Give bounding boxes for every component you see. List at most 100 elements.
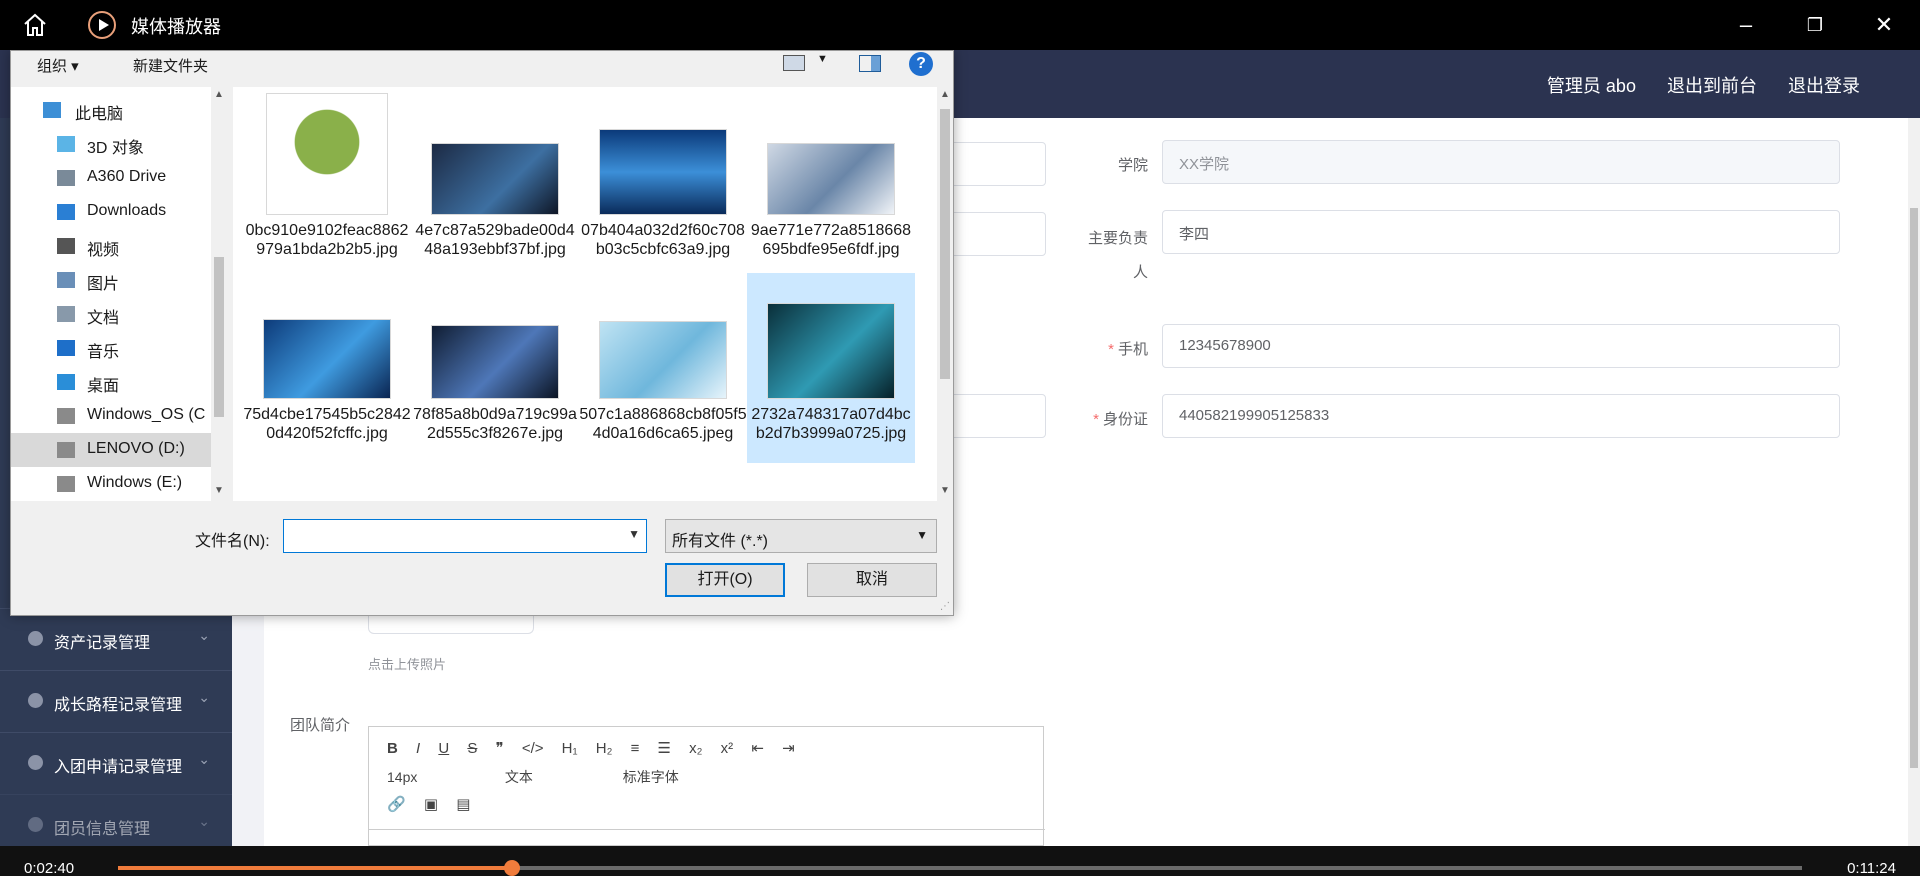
outdent-button[interactable]: ⇤ [751, 739, 764, 757]
superscript-button[interactable]: x² [721, 740, 734, 757]
rich-text-editor[interactable]: B I U S ❞ </> H₁ H₂ ≡ ☰ x₂ x² ⇤ ⇥ 14px 文… [368, 726, 1045, 846]
filename-label: 文件名(N): [195, 533, 270, 550]
admin-user-link[interactable]: 管理员 abo [1547, 76, 1636, 96]
music-icon [57, 340, 75, 356]
open-button[interactable]: 打开(O) [665, 563, 785, 597]
nav-item-label: Windows (E:) [87, 474, 183, 491]
quote-button[interactable]: ❞ [496, 739, 504, 757]
editor-toolbar-row-1: B I U S ❞ </> H₁ H₂ ≡ ☰ x₂ x² ⇤ ⇥ [387, 739, 809, 757]
subscript-button[interactable]: x₂ [689, 740, 702, 757]
preview-pane-icon[interactable] [859, 55, 881, 72]
video-icon [57, 238, 75, 254]
file-thumbnail [767, 143, 895, 215]
h2-button[interactable]: H₂ [596, 740, 613, 757]
file-tile[interactable]: 78f85a8b0d9a719c99a2d555c3f8267e.jpg [411, 273, 579, 463]
file-grid-scrollbar-thumb[interactable] [940, 109, 950, 379]
font-size-select[interactable]: 14px [387, 769, 487, 785]
close-button[interactable]: ✕ [1869, 10, 1899, 40]
chevron-down-icon[interactable]: ▼ [628, 527, 640, 541]
home-icon[interactable] [22, 12, 48, 38]
chevron-down-icon: ⌄ [198, 813, 210, 829]
nav-scrollbar[interactable]: ▲ ▼ [211, 87, 227, 501]
nav-item[interactable]: Downloads [11, 195, 211, 229]
nav-item-label: LENOVO (D:) [87, 440, 185, 457]
organize-menu[interactable]: 组织 ▾ [37, 55, 79, 76]
id-card-input[interactable]: 440582199905125833 [1162, 394, 1840, 438]
image-icon[interactable]: ▣ [424, 795, 438, 813]
page-scrollbar[interactable] [1908, 118, 1920, 846]
file-thumbnail [599, 321, 727, 399]
file-name: 78f85a8b0d9a719c99a2d555c3f8267e.jpg [413, 406, 577, 442]
file-type-filter[interactable]: 所有文件 (*.*) ▼ [665, 519, 937, 553]
ordered-list-button[interactable]: ≡ [631, 740, 640, 757]
file-tile[interactable]: 75d4cbe17545b5c28420d420f52fcffc.jpg [243, 273, 411, 463]
view-options-icon[interactable] [783, 55, 805, 71]
nav-item[interactable]: LENOVO (D:) [11, 433, 211, 467]
nav-item[interactable]: 视频 [11, 229, 211, 263]
file-tile[interactable]: 9ae771e772a8518668695bdfe95e6fdf.jpg [747, 89, 915, 279]
restore-button[interactable]: ❐ [1800, 10, 1830, 40]
nav-item[interactable]: 桌面 [11, 365, 211, 399]
scroll-down-icon[interactable]: ▼ [940, 485, 950, 496]
minimize-button[interactable]: – [1731, 10, 1761, 40]
underline-button[interactable]: U [438, 740, 449, 757]
scroll-up-icon[interactable]: ▲ [940, 89, 950, 100]
resize-grip-icon[interactable]: ⋰ [940, 601, 950, 612]
nav-item[interactable]: 3D 对象 [11, 127, 211, 161]
nav-item[interactable]: 文档 [11, 297, 211, 331]
file-tile[interactable]: 07b404a032d2f60c708b03c5cbfc63a9.jpg [579, 89, 747, 279]
cancel-button[interactable]: 取消 [807, 563, 937, 597]
player-title-bar: 媒体播放器 – ❐ ✕ [0, 0, 1920, 50]
nav-item-label: A360 Drive [87, 168, 167, 185]
indent-button[interactable]: ⇥ [782, 739, 795, 757]
link-icon[interactable]: 🔗 [387, 795, 406, 813]
phone-input[interactable]: 12345678900 [1162, 324, 1840, 368]
scroll-up-icon[interactable]: ▲ [214, 89, 224, 100]
nav-item[interactable]: 图片 [11, 263, 211, 297]
filename-input[interactable]: ▼ [283, 519, 647, 553]
file-tile[interactable]: 507c1a886868cb8f05f54d0a16d6ca65.jpeg [579, 273, 747, 463]
nav-item[interactable]: Windows_OS (C [11, 399, 211, 433]
nav-item-label: 视频 [87, 242, 120, 259]
sidebar-item-growth[interactable]: 成长路程记录管理 ⌄ [0, 670, 232, 732]
nav-item[interactable]: A360 Drive [11, 161, 211, 195]
file-name: 07b404a032d2f60c708b03c5cbfc63a9.jpg [581, 222, 745, 258]
file-name: 9ae771e772a8518668695bdfe95e6fdf.jpg [750, 222, 912, 258]
file-tile[interactable]: 2732a748317a07d4bcb2d7b3999a0725.jpg [747, 273, 915, 463]
code-button[interactable]: </> [522, 740, 544, 757]
help-icon[interactable]: ? [909, 52, 933, 76]
file-grid-scrollbar[interactable]: ▲ ▼ [937, 87, 953, 501]
sidebar-item-assets[interactable]: 资产记录管理 ⌄ [0, 608, 232, 670]
leader-input[interactable]: 李四 [1162, 210, 1840, 254]
strike-button[interactable]: S [467, 740, 477, 757]
new-folder-button[interactable]: 新建文件夹 [133, 55, 208, 76]
back-to-frontend-link[interactable]: 退出到前台 [1667, 76, 1757, 96]
logout-link[interactable]: 退出登录 [1788, 76, 1860, 96]
chevron-down-icon: ⌄ [198, 751, 210, 767]
text-style-select[interactable]: 文本 [505, 767, 605, 787]
chevron-down-icon[interactable]: ▼ [817, 53, 828, 65]
file-tile[interactable]: 0bc910e9102feac8862979a1bda2b2b5.jpg [243, 89, 411, 279]
video-icon[interactable]: ▤ [456, 795, 470, 813]
college-input[interactable]: XX学院 [1162, 140, 1840, 184]
scroll-down-icon[interactable]: ▼ [214, 485, 224, 496]
chevron-down-icon: ⌄ [198, 627, 210, 643]
bold-button[interactable]: B [387, 740, 398, 757]
file-tile[interactable]: 4e7c87a529bade00d448a193ebbf37bf.jpg [411, 89, 579, 279]
bullet-list-button[interactable]: ☰ [658, 739, 671, 757]
file-name: 4e7c87a529bade00d448a193ebbf37bf.jpg [415, 222, 575, 258]
page-scrollbar-thumb[interactable] [1910, 208, 1918, 768]
font-family-select[interactable]: 标准字体 [623, 767, 743, 787]
desktop-icon [57, 374, 75, 390]
h1-button[interactable]: H₁ [562, 740, 578, 757]
nav-scrollbar-thumb[interactable] [214, 257, 224, 417]
nav-item[interactable]: 此电脑 [11, 93, 211, 127]
nav-item[interactable]: Windows (E:) [11, 467, 211, 501]
dialog-toolbar: 组织 ▾ 新建文件夹 ▼ ? [11, 51, 955, 87]
nav-item[interactable]: 音乐 [11, 331, 211, 365]
seek-knob[interactable] [504, 860, 521, 876]
file-grid: 0bc910e9102feac8862979a1bda2b2b5.jpg 4e7c… [233, 87, 937, 501]
seek-track[interactable] [118, 860, 1802, 876]
sidebar-item-applications[interactable]: 入团申请记录管理 ⌄ [0, 732, 232, 794]
italic-button[interactable]: I [416, 740, 420, 757]
